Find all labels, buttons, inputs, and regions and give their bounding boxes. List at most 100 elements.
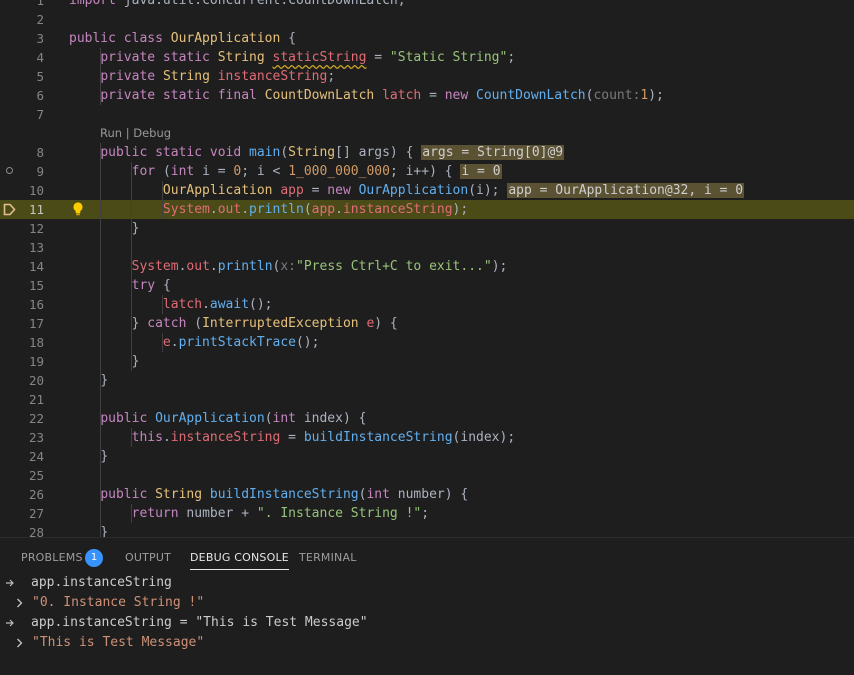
console-expression: app.instanceString = "This is Test Messa… xyxy=(31,615,368,630)
code-text: e.printStackTrace(); xyxy=(162,335,320,350)
line-number: 15 xyxy=(28,278,44,293)
code-line[interactable]: 3 public class OurApplication { xyxy=(0,29,854,48)
indent-guide xyxy=(100,466,101,485)
code-line[interactable]: 25 xyxy=(0,466,854,485)
code-line[interactable]: 24 } xyxy=(0,447,854,466)
code-line[interactable]: 18 e.printStackTrace(); xyxy=(0,333,854,352)
line-number: 14 xyxy=(28,259,44,274)
code-line[interactable]: 9 for (int i = 0; i < 1_000_000_000; i++… xyxy=(0,162,854,181)
code-line[interactable]: 15 try { xyxy=(0,276,854,295)
code-line[interactable]: 1 import java.util.concurrent.CountDownLa… xyxy=(0,0,854,10)
bottom-panel: PROBLEMS 1 OUTPUT DEBUG CONSOLE TERMINAL… xyxy=(0,537,854,675)
console-input-line: app.instanceString xyxy=(0,573,854,593)
indent-guide xyxy=(100,238,101,257)
line-number: 13 xyxy=(28,240,44,255)
line-number: 10 xyxy=(28,183,44,198)
console-value: "0. Instance String !" xyxy=(32,595,205,610)
code-text: private static String staticString = "St… xyxy=(100,50,516,65)
code-text: System.out.println(x:"Press Ctrl+C to ex… xyxy=(131,259,508,274)
code-text: try { xyxy=(131,278,171,293)
line-number: 24 xyxy=(28,449,44,464)
code-line[interactable]: 20 } xyxy=(0,371,854,390)
line-number: 1 xyxy=(36,0,44,8)
code-line[interactable]: 14 System.out.println(x:"Press Ctrl+C to… xyxy=(0,257,854,276)
code-line[interactable]: 2 xyxy=(0,10,854,29)
console-expression: app.instanceString xyxy=(31,575,172,590)
console-result-line[interactable]: "0. Instance String !" xyxy=(0,593,854,613)
code-text: private String instanceString; xyxy=(100,69,336,84)
code-text: public String buildInstanceString(int nu… xyxy=(100,487,469,502)
line-number: 19 xyxy=(28,354,44,369)
breakpoint-icon[interactable] xyxy=(0,162,22,181)
code-text: } xyxy=(100,449,109,464)
line-number: 25 xyxy=(28,468,44,483)
line-number: 21 xyxy=(28,392,44,407)
code-text: return number + ". Instance String !"; xyxy=(131,506,430,521)
code-line[interactable]: 13 xyxy=(0,238,854,257)
line-number: 22 xyxy=(28,411,44,426)
line-number: 16 xyxy=(28,297,44,312)
input-arrow-icon xyxy=(5,613,19,633)
console-input-line: app.instanceString = "This is Test Messa… xyxy=(0,613,854,633)
indent-guide xyxy=(131,238,132,257)
code-line[interactable]: 21 xyxy=(0,390,854,409)
code-line[interactable]: 17 } catch (InterruptedException e) { xyxy=(0,314,854,333)
chevron-right-icon[interactable] xyxy=(15,593,29,613)
code-text: latch.await(); xyxy=(162,297,273,312)
code-line[interactable]: 19 } xyxy=(0,352,854,371)
tab-output[interactable]: OUTPUT xyxy=(125,551,171,564)
line-number: 3 xyxy=(36,31,44,46)
panel-tabs: PROBLEMS 1 OUTPUT DEBUG CONSOLE TERMINAL xyxy=(0,538,854,576)
code-text: } xyxy=(131,354,140,369)
code-line[interactable]: 26 public String buildInstanceString(int… xyxy=(0,485,854,504)
line-number: 5 xyxy=(36,69,44,84)
line-number: 2 xyxy=(36,12,44,27)
code-line[interactable]: 5 private String instanceString; xyxy=(0,67,854,86)
code-text: this.instanceString = buildInstanceStrin… xyxy=(131,430,516,445)
input-arrow-icon xyxy=(5,573,19,593)
indent-guide xyxy=(100,390,101,409)
line-number: 27 xyxy=(28,506,44,521)
line-number: 6 xyxy=(36,88,44,103)
code-line[interactable]: 23 this.instanceString = buildInstanceSt… xyxy=(0,428,854,447)
tab-problems[interactable]: PROBLEMS xyxy=(21,551,83,564)
line-number: 4 xyxy=(36,50,44,65)
code-line[interactable]: 22 public OurApplication(int index) { xyxy=(0,409,854,428)
code-line[interactable]: 8 public static void main(String[] args)… xyxy=(0,143,854,162)
code-text: public static void main(String[] args) {… xyxy=(100,145,565,160)
line-number: 8 xyxy=(36,145,44,160)
code-line[interactable]: 10 OurApplication app = new OurApplicati… xyxy=(0,181,854,200)
line-number: 12 xyxy=(28,221,44,236)
code-line[interactable]: 6 private static final CountDownLatch la… xyxy=(0,86,854,105)
console-result-line[interactable]: "This is Test Message" xyxy=(0,633,854,653)
chevron-right-icon[interactable] xyxy=(15,633,29,653)
code-text: private static final CountDownLatch latc… xyxy=(100,88,664,103)
tab-debug-console[interactable]: DEBUG CONSOLE xyxy=(190,551,289,570)
code-text: } xyxy=(100,373,109,388)
code-line[interactable]: 28 } xyxy=(0,523,854,537)
code-text: import java.util.concurrent.CountDownLat… xyxy=(69,0,406,8)
line-number: 20 xyxy=(28,373,44,388)
code-editor[interactable]: 1 import java.util.concurrent.CountDownLa… xyxy=(0,0,854,537)
tab-terminal[interactable]: TERMINAL xyxy=(299,551,357,564)
problems-count-badge: 1 xyxy=(85,549,103,567)
code-line[interactable]: 27 return number + ". Instance String !"… xyxy=(0,504,854,523)
code-text: public OurApplication(int index) { xyxy=(100,411,367,426)
code-line[interactable]: 16 latch.await(); xyxy=(0,295,854,314)
line-number: 17 xyxy=(28,316,44,331)
line-number: 28 xyxy=(28,525,44,537)
console-value: "This is Test Message" xyxy=(32,635,205,650)
code-line[interactable]: 12 } xyxy=(0,219,854,238)
code-text: System.out.println(app.instanceString); xyxy=(162,202,469,217)
codelens-run-debug[interactable]: Run | Debug xyxy=(100,124,171,143)
code-text: OurApplication app = new OurApplication(… xyxy=(162,183,745,198)
debug-current-line-icon[interactable] xyxy=(0,200,22,219)
code-line[interactable]: 4 private static String staticString = "… xyxy=(0,48,854,67)
code-text: } xyxy=(100,525,109,537)
code-text: } xyxy=(131,221,140,236)
code-line[interactable]: 7 xyxy=(0,105,854,124)
current-line[interactable]: 11 System.out.println(app.instanceString… xyxy=(0,200,854,219)
line-number: 18 xyxy=(28,335,44,350)
line-number: 26 xyxy=(28,487,44,502)
code-text: for (int i = 0; i < 1_000_000_000; i++) … xyxy=(131,164,502,179)
